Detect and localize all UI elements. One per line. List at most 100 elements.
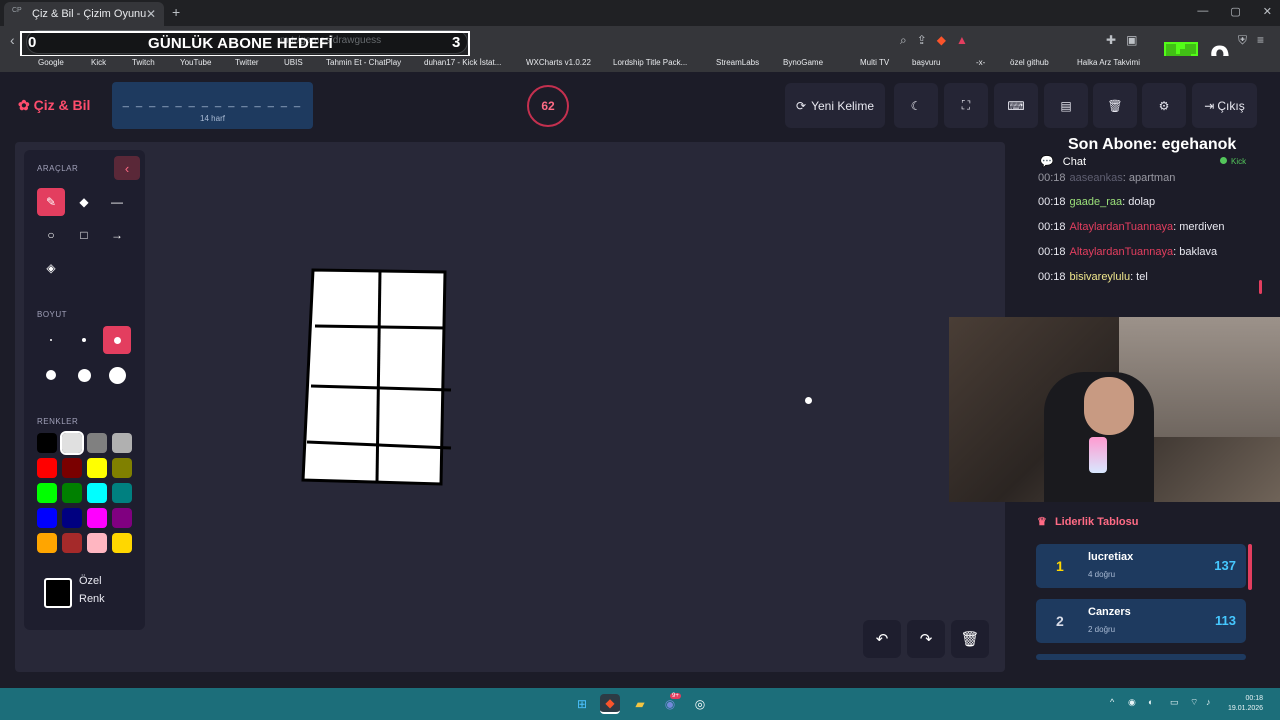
browser-tab[interactable]: CP Çiz & Bil - Çizim Oyunu ✕ <box>4 2 164 26</box>
fullscreen-button[interactable]: ⛶ <box>944 83 988 128</box>
zoom-icon[interactable]: ⌕ <box>900 33 907 48</box>
system-clock[interactable]: 00:18 19.01.2026 <box>1228 694 1263 714</box>
steam-icon[interactable]: ◐ <box>1148 697 1153 707</box>
rewards-icon[interactable]: ▲ <box>956 33 968 48</box>
size-option-2[interactable] <box>70 326 98 354</box>
brave-shield-icon[interactable]: ◆ <box>937 33 946 48</box>
bookmark-item[interactable]: UBIS <box>284 58 303 67</box>
fill-tool[interactable]: ◈ <box>37 254 65 282</box>
browser-menu-icon[interactable]: ≡ <box>1257 33 1264 48</box>
bookmark-item[interactable]: Multi TV <box>860 58 889 67</box>
bookmark-item[interactable]: YouTube <box>180 58 211 67</box>
logout-button[interactable]: ⇥ Çıkış <box>1192 83 1257 128</box>
color-swatch[interactable] <box>62 458 82 478</box>
bookmark-item[interactable]: Lordship Title Pack... <box>613 58 687 67</box>
brush-tool[interactable]: ✎ <box>37 188 65 216</box>
chat-username[interactable]: AltaylardanTuannaya <box>1070 246 1174 258</box>
clear-data-button[interactable]: 🗑 <box>1093 83 1137 128</box>
bookmark-item[interactable]: başvuru <box>912 58 940 67</box>
bookmark-item[interactable]: Tahmin Et - ChatPlay <box>326 58 401 67</box>
color-swatch[interactable] <box>112 533 132 553</box>
dark-mode-button[interactable]: ☾ <box>894 83 938 128</box>
color-swatch[interactable] <box>37 533 57 553</box>
arrow-tool[interactable]: → <box>103 221 131 249</box>
close-window-icon[interactable]: ✕ <box>1263 5 1272 18</box>
color-swatch[interactable] <box>87 458 107 478</box>
volume-icon[interactable]: ♪ <box>1206 697 1211 707</box>
redo-button[interactable]: ↷ <box>907 620 945 658</box>
bookmark-item[interactable]: Twitch <box>132 58 155 67</box>
bookmark-item[interactable]: Twitter <box>235 58 259 67</box>
color-swatch[interactable] <box>87 533 107 553</box>
tray-monitor-icon[interactable]: ▭ <box>1170 697 1179 708</box>
color-swatch[interactable] <box>37 433 57 453</box>
color-swatch[interactable] <box>60 431 84 455</box>
share-icon[interactable]: ⇪ <box>917 33 927 48</box>
keyboard-button[interactable]: ⌨ <box>994 83 1038 128</box>
bookmark-item[interactable]: özel github <box>1010 58 1049 67</box>
collapse-tools-button[interactable]: ‹ <box>114 156 140 180</box>
color-swatch[interactable] <box>62 508 82 528</box>
color-swatch[interactable] <box>62 483 82 503</box>
eraser-tool[interactable]: ◆ <box>70 188 98 216</box>
circle-tool[interactable]: ○ <box>37 221 65 249</box>
size-option-6[interactable] <box>103 361 131 389</box>
undo-button[interactable]: ↶ <box>863 620 901 658</box>
leaderboard-scrollbar[interactable] <box>1248 544 1252 590</box>
app-brand[interactable]: ✿ Çiz & Bil <box>18 97 90 114</box>
sidebar-icon[interactable]: ▣ <box>1126 33 1137 47</box>
color-swatch[interactable] <box>112 458 132 478</box>
color-swatch[interactable] <box>87 483 107 503</box>
clear-canvas-button[interactable]: 🗑 <box>951 620 989 658</box>
bookmark-item[interactable]: WXCharts v1.0.22 <box>526 58 591 67</box>
color-swatch[interactable] <box>37 483 57 503</box>
chat-username[interactable]: gaade_raa <box>1070 196 1123 208</box>
size-option-4[interactable] <box>37 361 65 389</box>
wifi-icon[interactable]: ⌔ <box>1190 697 1198 708</box>
bookmark-item[interactable]: duhan17 - Kick İstat... <box>424 58 501 67</box>
new-tab-icon[interactable]: + <box>172 4 180 20</box>
webcam-face <box>1084 377 1134 435</box>
tray-chevron-icon[interactable]: ^ <box>1110 697 1114 707</box>
size-option-3[interactable] <box>103 326 131 354</box>
extensions-icon[interactable]: ✚ <box>1106 33 1116 47</box>
maximize-icon[interactable]: ▢ <box>1230 5 1240 18</box>
bookmark-item[interactable]: StreamLabs <box>716 58 759 67</box>
chat-username[interactable]: aaseankas <box>1070 172 1123 184</box>
vpn-icon[interactable]: ⛨ <box>1238 33 1247 48</box>
brave-taskbar-icon[interactable]: ◆ <box>600 694 620 714</box>
archive-button[interactable]: ▤ <box>1044 83 1088 128</box>
drawing-canvas[interactable] <box>15 142 1005 672</box>
obs-icon[interactable]: ◎ <box>690 694 710 714</box>
tray-app-icon[interactable]: ◉ <box>1128 697 1136 708</box>
bookmark-item[interactable]: -x- <box>976 58 985 67</box>
minimize-icon[interactable]: — <box>1197 5 1208 18</box>
rectangle-tool[interactable]: □ <box>70 221 98 249</box>
start-icon[interactable]: ⊞ <box>572 694 592 714</box>
bookmark-item[interactable]: Kick <box>91 58 106 67</box>
leaderboard-correct: 4 doğru <box>1088 570 1116 579</box>
color-swatch[interactable] <box>112 433 132 453</box>
color-swatch[interactable] <box>37 458 57 478</box>
size-option-1[interactable] <box>37 326 65 354</box>
chat-username[interactable]: AltaylardanTuannaya <box>1070 221 1174 233</box>
color-swatch[interactable] <box>87 508 107 528</box>
color-swatch[interactable] <box>87 433 107 453</box>
file-explorer-icon[interactable]: ▰ <box>630 694 650 714</box>
color-swatch[interactable] <box>112 483 132 503</box>
bookmark-item[interactable]: Halka Arz Takvimi <box>1077 58 1140 67</box>
color-swatch[interactable] <box>37 508 57 528</box>
custom-color-swatch[interactable] <box>44 578 72 608</box>
bookmark-item[interactable]: Google <box>38 58 64 67</box>
color-swatch[interactable] <box>112 508 132 528</box>
new-word-button[interactable]: ⟳ Yeni Kelime <box>785 83 885 128</box>
tab-close-icon[interactable]: ✕ <box>146 7 156 21</box>
chat-scrollbar[interactable] <box>1259 280 1262 294</box>
line-tool[interactable]: — <box>103 188 131 216</box>
size-option-5[interactable] <box>70 361 98 389</box>
color-swatch[interactable] <box>62 533 82 553</box>
back-icon[interactable]: ‹ <box>10 32 15 48</box>
settings-button[interactable]: ⚙ <box>1142 83 1186 128</box>
bookmark-item[interactable]: BynoGame <box>783 58 823 67</box>
chat-username[interactable]: bisivareylulu <box>1070 271 1131 283</box>
